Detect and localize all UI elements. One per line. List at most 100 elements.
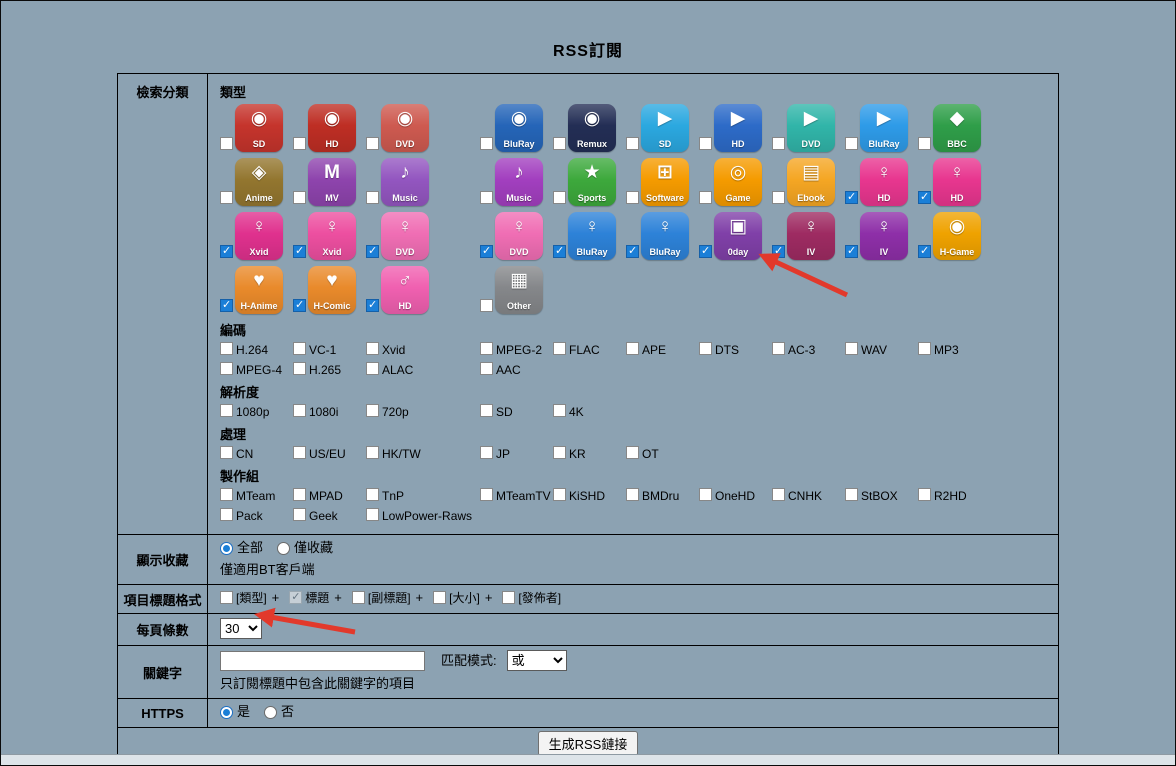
category-checkbox[interactable] [918,137,931,150]
title-format-checkbox[interactable] [220,590,233,604]
filter-checkbox[interactable] [220,446,233,459]
filter-option[interactable]: LowPower-Raws [366,508,472,523]
category-icon-mv[interactable]: M MV [308,158,356,206]
category-icon-hd[interactable]: ▶ HD [714,104,762,152]
filter-option[interactable]: MPEG-4 [220,362,293,377]
filter-checkbox[interactable] [366,342,379,355]
category-icon-iv[interactable]: ♀ IV [787,212,835,260]
filter-checkbox[interactable] [772,342,785,355]
category-checkbox[interactable] [626,137,639,150]
category-checkbox[interactable] [699,137,712,150]
category-icon-bluray[interactable]: ♀ BluRay [568,212,616,260]
filter-checkbox[interactable] [626,488,639,501]
category-icon-hd[interactable]: ♂ HD [381,266,429,314]
filter-option[interactable]: WAV [845,342,918,357]
filter-option[interactable]: MP3 [918,342,991,357]
filter-checkbox[interactable] [293,362,306,375]
category-checkbox[interactable] [772,191,785,204]
filter-checkbox[interactable] [293,404,306,417]
filter-checkbox[interactable] [366,508,379,521]
filter-checkbox[interactable] [220,404,233,417]
filter-checkbox[interactable] [220,508,233,521]
category-icon-dvd[interactable]: ♀ DVD [381,212,429,260]
filter-option[interactable]: KR [553,446,626,461]
filter-option[interactable]: AAC [480,362,553,377]
category-checkbox[interactable] [293,245,306,258]
filter-checkbox[interactable] [293,488,306,501]
filter-option[interactable]: Xvid [366,342,439,357]
category-icon-music[interactable]: ♪ Music [495,158,543,206]
category-icon-0day[interactable]: ▣ 0day [714,212,762,260]
category-icon-hd[interactable]: ♀ HD [933,158,981,206]
category-checkbox[interactable] [220,245,233,258]
category-checkbox[interactable] [699,191,712,204]
filter-checkbox[interactable] [626,446,639,459]
filter-option[interactable]: H.264 [220,342,293,357]
filter-option[interactable]: CN [220,446,293,461]
category-icon-bluray[interactable]: ▶ BluRay [860,104,908,152]
filter-checkbox[interactable] [480,446,493,459]
filter-option[interactable]: 1080i [293,404,366,419]
filter-checkbox[interactable] [480,342,493,355]
https-no-radio[interactable] [264,705,278,719]
category-checkbox[interactable] [626,191,639,204]
filter-checkbox[interactable] [918,342,931,355]
filter-checkbox[interactable] [626,342,639,355]
filter-option[interactable]: BMDru [626,488,699,503]
filter-option[interactable]: CNHK [772,488,845,503]
filter-option[interactable]: APE [626,342,699,357]
filter-checkbox[interactable] [553,446,566,459]
filter-option[interactable]: VC-1 [293,342,366,357]
filter-checkbox[interactable] [918,488,931,501]
category-checkbox[interactable] [772,245,785,258]
category-checkbox[interactable] [845,137,858,150]
category-checkbox[interactable] [480,299,493,312]
favorites-all-radio[interactable] [220,541,233,555]
filter-checkbox[interactable] [220,362,233,375]
category-checkbox[interactable] [553,191,566,204]
category-checkbox[interactable] [480,191,493,204]
category-checkbox[interactable] [845,245,858,258]
category-icon-sports[interactable]: ★ Sports [568,158,616,206]
category-checkbox[interactable] [293,191,306,204]
filter-option[interactable]: ALAC [366,362,439,377]
category-checkbox[interactable] [918,191,931,204]
filter-option[interactable]: US/EU [293,446,366,461]
category-checkbox[interactable] [626,245,639,258]
filter-checkbox[interactable] [480,404,493,417]
category-icon-software[interactable]: ⊞ Software [641,158,689,206]
category-icon-h-comic[interactable]: ♥ H-Comic [308,266,356,314]
keyword-input[interactable] [220,650,425,671]
favorites-only-radio[interactable] [277,541,291,555]
filter-option[interactable]: MTeamTV [480,488,553,503]
per-page-select[interactable]: 30 [220,618,262,639]
category-icon-other[interactable]: ▦ Other [495,266,543,314]
title-format-checkbox[interactable] [289,590,303,604]
category-icon-xvid[interactable]: ♀ Xvid [308,212,356,260]
filter-checkbox[interactable] [699,488,712,501]
category-checkbox[interactable] [772,137,785,150]
filter-checkbox[interactable] [553,342,566,355]
category-checkbox[interactable] [366,137,379,150]
filter-checkbox[interactable] [553,488,566,501]
category-checkbox[interactable] [220,137,233,150]
filter-option[interactable]: HK/TW [366,446,439,461]
filter-checkbox[interactable] [366,488,379,501]
filter-checkbox[interactable] [553,404,566,417]
filter-checkbox[interactable] [699,342,712,355]
filter-option[interactable]: JP [480,446,553,461]
category-icon-dvd[interactable]: ♀ DVD [495,212,543,260]
filter-checkbox[interactable] [293,342,306,355]
category-icon-dvd[interactable]: ◉ DVD [381,104,429,152]
filter-option[interactable]: SD [480,404,553,419]
match-mode-select[interactable]: 或 [506,650,567,671]
filter-checkbox[interactable] [480,488,493,501]
filter-option[interactable]: StBOX [845,488,918,503]
title-format-checkbox[interactable] [351,590,365,604]
category-checkbox[interactable] [845,191,858,204]
category-icon-anime[interactable]: ◈ Anime [235,158,283,206]
filter-option[interactable]: 720p [366,404,439,419]
category-checkbox[interactable] [293,137,306,150]
category-checkbox[interactable] [220,191,233,204]
category-icon-dvd[interactable]: ▶ DVD [787,104,835,152]
